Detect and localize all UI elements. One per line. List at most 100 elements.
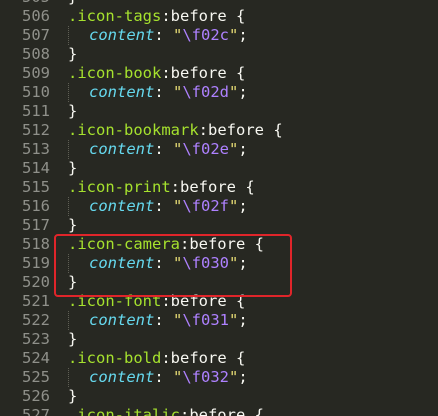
opening-brace: { <box>226 64 246 82</box>
line-number: 522 <box>22 311 50 329</box>
semicolon: ; <box>238 26 248 44</box>
code-text: } <box>68 45 77 64</box>
code-line[interactable]: 507 content: "\f02c"; <box>0 26 438 45</box>
opening-brace: { <box>226 7 246 25</box>
indent-guide <box>68 83 71 102</box>
line-number: 521 <box>22 292 50 310</box>
semicolon: ; <box>238 197 248 215</box>
code-text: content: "\f031"; <box>68 311 248 330</box>
line-number: 519 <box>22 254 50 272</box>
code-line[interactable]: 514} <box>0 159 438 178</box>
escape-sequence: \f02e <box>182 140 230 158</box>
code-text: .icon-book:before { <box>68 64 245 83</box>
css-selector: .icon-bold <box>68 349 162 367</box>
string-quote: " <box>229 197 239 215</box>
colon: : <box>154 311 173 329</box>
code-line[interactable]: 509 .icon-book:before { <box>0 64 438 83</box>
code-text: .icon-tags:before { <box>68 7 245 26</box>
code-text: .icon-italic:before { <box>68 406 264 416</box>
code-line[interactable]: 513 content: "\f02e"; <box>0 140 438 159</box>
line-number: 510 <box>22 83 50 101</box>
css-property: content <box>89 83 155 101</box>
code-line[interactable]: 522 content: "\f031"; <box>0 311 438 330</box>
string-quote: " <box>229 26 239 44</box>
css-property: content <box>89 197 155 215</box>
opening-brace: { <box>235 178 255 196</box>
code-lines: 505}506.icon-tags:before {507content: "\… <box>0 0 438 416</box>
string-quote: " <box>229 140 239 158</box>
code-line[interactable]: 510 content: "\f02d"; <box>0 83 438 102</box>
code-text: } <box>68 330 77 349</box>
pseudo-element: :before <box>161 64 227 82</box>
escape-sequence: \f032 <box>182 368 230 386</box>
code-line[interactable]: 505} <box>0 0 438 7</box>
code-line[interactable]: 508} <box>0 45 438 64</box>
code-line[interactable]: 527 .icon-italic:before { <box>0 406 438 416</box>
line-number: 516 <box>22 197 50 215</box>
code-line[interactable]: 515 .icon-print:before { <box>0 178 438 197</box>
line-number: 523 <box>22 330 50 348</box>
string-quote: " <box>173 311 183 329</box>
escape-sequence: \f02c <box>182 26 230 44</box>
code-line[interactable]: 511} <box>0 102 438 121</box>
code-text: .icon-print:before { <box>68 178 255 197</box>
indent-guide <box>68 140 71 159</box>
line-number: 527 <box>22 406 50 416</box>
semicolon: ; <box>238 311 248 329</box>
line-number: 524 <box>22 349 50 367</box>
css-selector: .icon-bookmark <box>68 121 199 139</box>
line-number: 513 <box>22 140 50 158</box>
line-number: 517 <box>22 216 50 234</box>
line-number: 505 <box>0 0 50 7</box>
line-number: 506 <box>22 7 50 25</box>
line-number: 520 <box>22 273 50 291</box>
string-quote: " <box>173 140 183 158</box>
closing-brace: } <box>68 102 78 120</box>
semicolon: ; <box>238 368 248 386</box>
code-line[interactable]: 524 .icon-bold:before { <box>0 349 438 368</box>
css-selector: .icon-book <box>68 64 162 82</box>
code-line[interactable]: 506 .icon-tags:before { <box>0 7 438 26</box>
pseudo-element: :before <box>198 121 264 139</box>
pseudo-element: :before <box>179 406 246 416</box>
css-selector: .icon-tags <box>68 7 162 25</box>
pseudo-element: :before <box>161 349 227 367</box>
code-text: } <box>68 387 77 406</box>
semicolon: ; <box>238 140 248 158</box>
colon: : <box>154 368 173 386</box>
line-number: 515 <box>22 178 50 196</box>
line-number: 512 <box>22 121 50 139</box>
code-text: } <box>68 0 77 7</box>
string-quote: " <box>229 83 239 101</box>
css-property: content <box>89 368 155 386</box>
code-line[interactable]: 517} <box>0 216 438 235</box>
opening-brace: { <box>263 121 283 139</box>
css-property: content <box>89 140 155 158</box>
code-line[interactable]: 525 content: "\f032"; <box>0 368 438 387</box>
colon: : <box>154 26 173 44</box>
line-number: 525 <box>22 368 50 386</box>
code-text: } <box>68 216 77 235</box>
indent-guide <box>68 26 71 45</box>
indent-guide <box>68 368 71 387</box>
opening-brace: { <box>245 406 264 416</box>
line-number: 508 <box>22 45 50 63</box>
pseudo-element: :before <box>161 7 227 25</box>
colon: : <box>154 140 173 158</box>
opening-brace: { <box>226 349 246 367</box>
closing-brace: } <box>68 330 78 348</box>
css-selector: .icon-print <box>68 178 171 196</box>
line-number: 514 <box>22 159 50 177</box>
colon: : <box>154 197 173 215</box>
string-quote: " <box>229 368 239 386</box>
code-line[interactable]: 516 content: "\f02f"; <box>0 197 438 216</box>
line-number: 526 <box>22 387 50 405</box>
closing-brace: } <box>68 45 78 63</box>
code-editor[interactable]: 505}506.icon-tags:before {507content: "\… <box>0 0 438 416</box>
code-text: content: "\f02f"; <box>68 197 248 216</box>
code-line[interactable]: 526} <box>0 387 438 406</box>
code-line[interactable]: 523} <box>0 330 438 349</box>
escape-sequence: \f02d <box>182 83 230 101</box>
code-line[interactable]: 512 .icon-bookmark:before { <box>0 121 438 140</box>
code-text: content: "\f02e"; <box>68 140 248 159</box>
